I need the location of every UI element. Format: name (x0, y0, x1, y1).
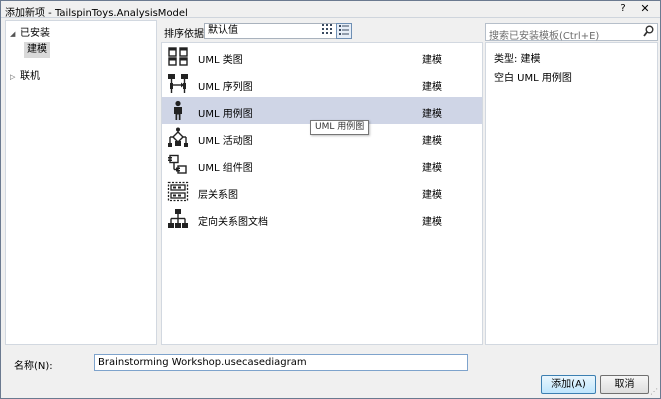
tree-node-online[interactable]: ▷ 联机 (10, 67, 40, 82)
template-row-directed-graph[interactable]: 定向关系图文档 建模 (162, 205, 482, 232)
add-new-item-dialog: 添加新项 - TailspinToys.AnalysisModel ? ✕ ◢ 已… (0, 0, 661, 399)
template-toolbar: 排序依据: 默认值 ▼ (161, 20, 483, 42)
sort-label: 排序依据: (164, 29, 208, 40)
template-row-uml-component[interactable]: UML 组件图 建模 (162, 151, 482, 178)
name-field[interactable]: Brainstorming Workshop.usecasediagram (94, 354, 468, 371)
uml-activity-diagram-icon (167, 127, 189, 148)
template-row-layer[interactable]: 层关系图 建模 (162, 178, 482, 205)
cancel-button[interactable]: 取消 (600, 375, 649, 394)
collapsed-arrow-icon[interactable]: ▷ (10, 73, 20, 81)
layer-diagram-icon (167, 181, 189, 202)
tree-node-installed[interactable]: ◢ 已安装 (10, 24, 50, 39)
directed-graph-icon (167, 208, 189, 229)
resize-grip-icon[interactable]: ⋰ (650, 387, 658, 396)
title-bar: 添加新项 - TailspinToys.AnalysisModel ? ✕ (1, 1, 660, 19)
help-button[interactable]: ? (616, 2, 630, 17)
tree-node-modeling[interactable]: 建模 (24, 42, 50, 58)
uml-component-diagram-icon (167, 154, 189, 175)
expanded-arrow-icon[interactable]: ◢ (10, 30, 20, 38)
search-placeholder: 搜索已安装模板(Ctrl+E) (489, 31, 600, 42)
search-input[interactable]: 搜索已安装模板(Ctrl+E) (485, 23, 658, 42)
detail-description: 空白 UML 用例图 (494, 73, 572, 84)
uml-class-diagram-icon (167, 46, 189, 67)
window-title: 添加新项 - TailspinToys.AnalysisModel (5, 8, 188, 19)
template-list: UML 类图 建模 UML 序列图 建模 UML 用例图 建模 UML 活动图 … (161, 42, 483, 345)
close-button[interactable]: ✕ (632, 2, 658, 17)
search-icon[interactable] (643, 25, 654, 40)
name-label: 名称(N): (14, 361, 53, 372)
template-details: 类型: 建模 空白 UML 用例图 (485, 42, 658, 345)
uml-usecase-diagram-icon (167, 100, 189, 121)
detail-type: 类型: 建模 (494, 54, 541, 65)
grid-view-icon[interactable] (319, 23, 335, 39)
list-view-icon[interactable] (336, 23, 352, 39)
template-row-uml-class[interactable]: UML 类图 建模 (162, 43, 482, 70)
tooltip: UML 用例图 (310, 120, 370, 135)
add-button[interactable]: 添加(A) (541, 375, 596, 394)
uml-sequence-diagram-icon (167, 73, 189, 94)
template-row-uml-sequence[interactable]: UML 序列图 建模 (162, 70, 482, 97)
category-tree: ◢ 已安装 建模 ▷ 联机 (5, 20, 157, 345)
